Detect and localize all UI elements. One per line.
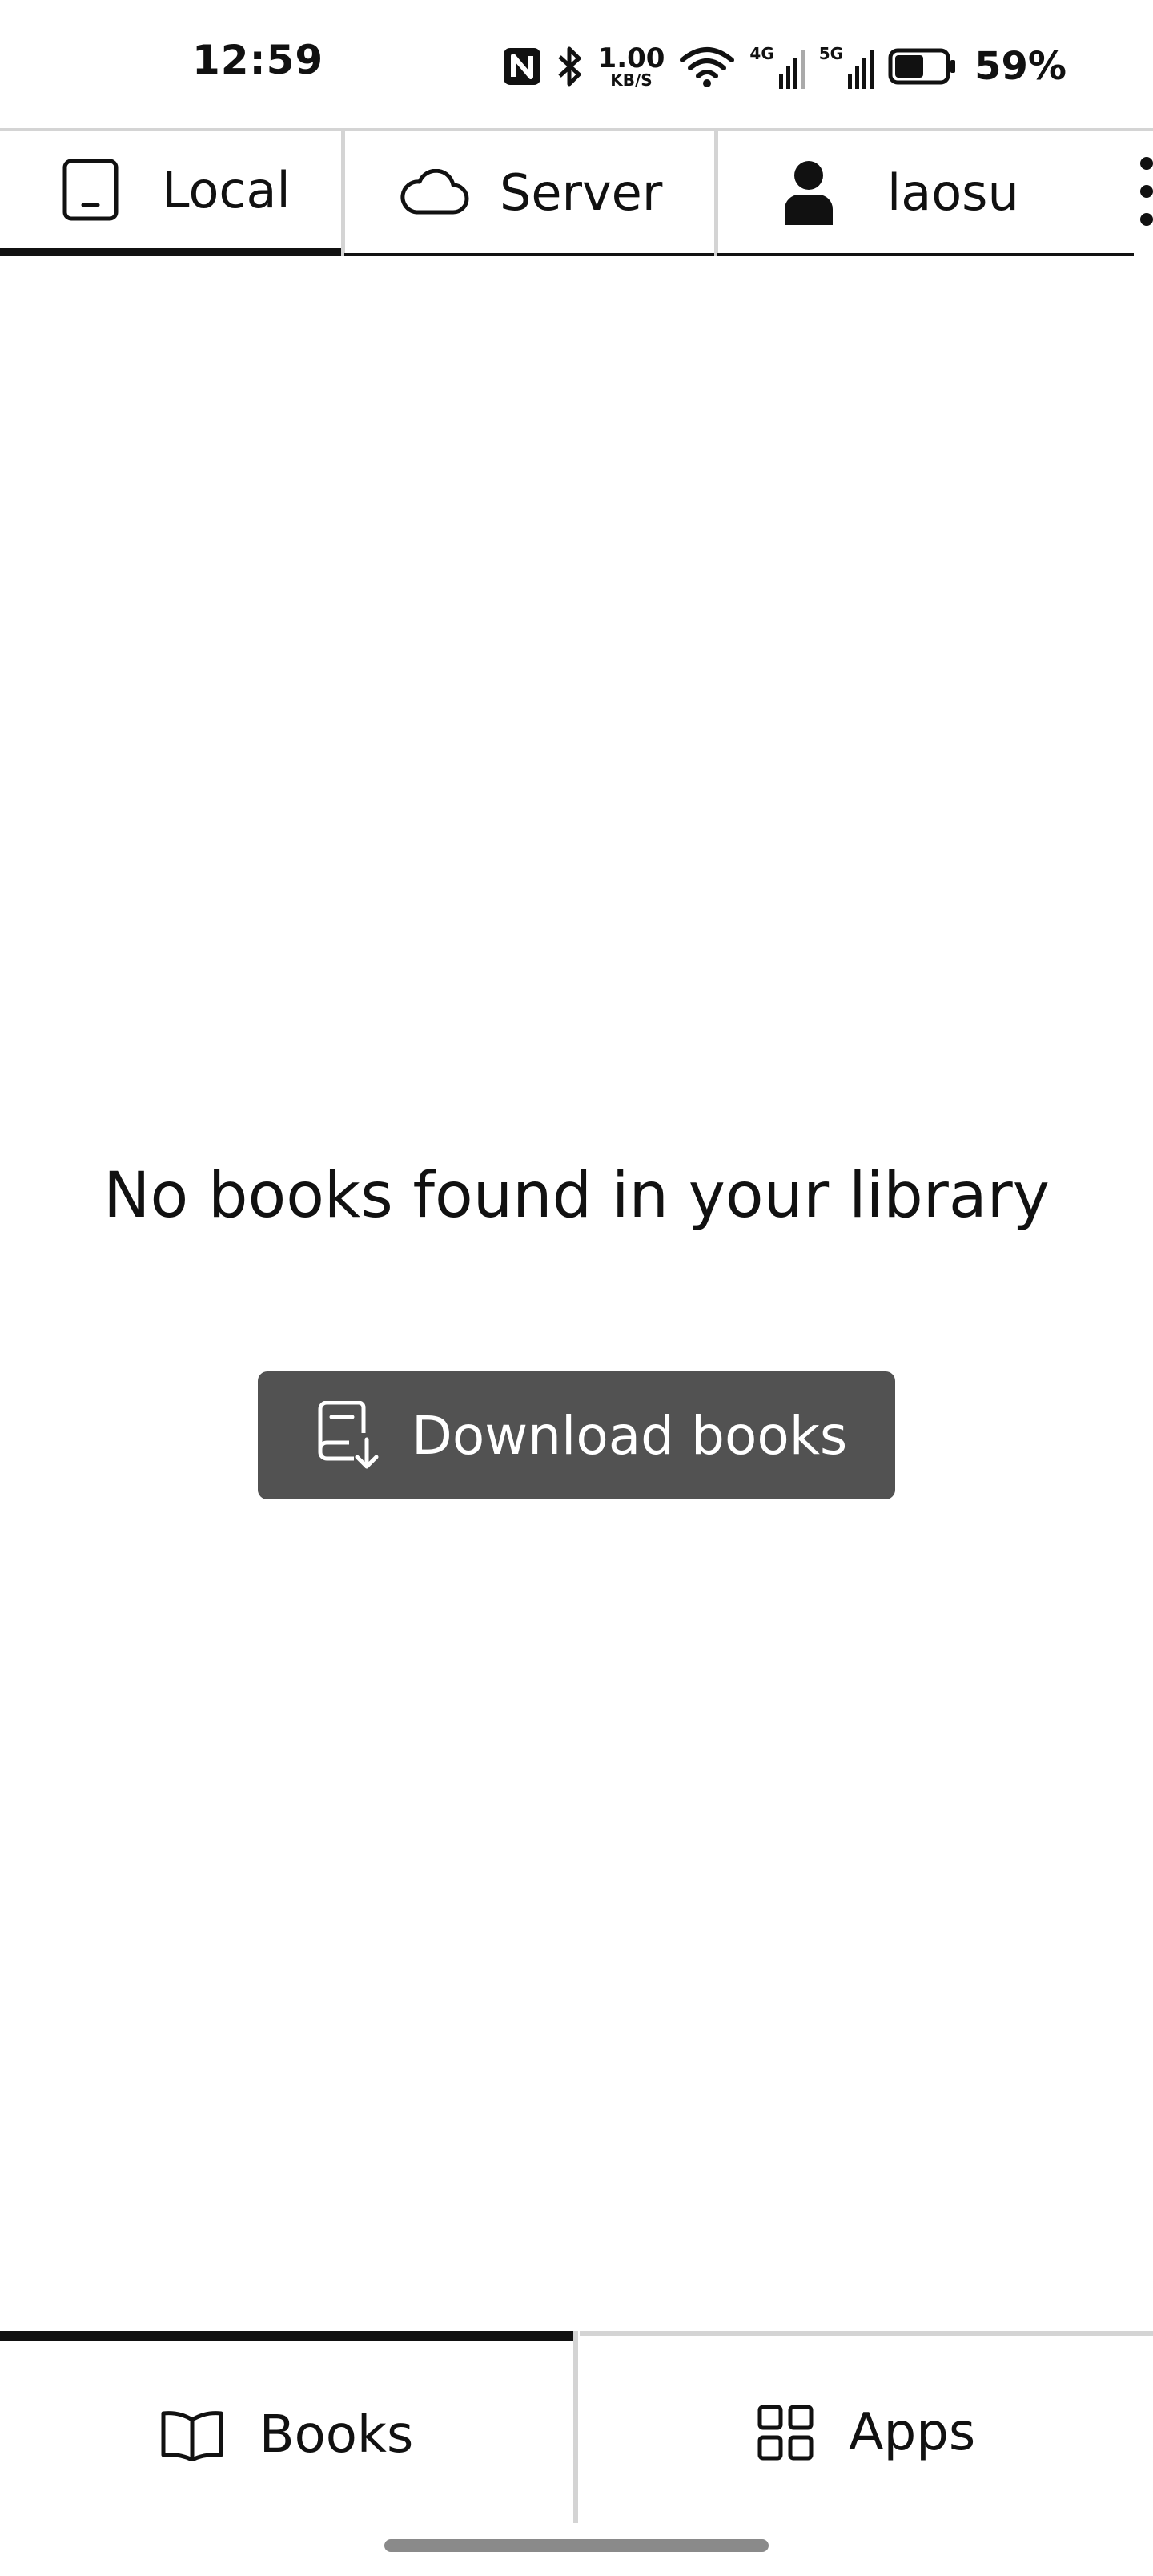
signal-4g-label: 4G <box>749 44 774 63</box>
tab-user-label: laosu <box>887 163 1019 222</box>
overflow-menu-icon[interactable] <box>1135 157 1153 226</box>
top-tab-bar: Local Server laosu <box>0 128 1153 256</box>
battery-fill <box>895 55 924 78</box>
tablet-icon <box>62 159 119 221</box>
network-speed: 1.00 KB/S <box>598 45 665 88</box>
status-time: 12:59 <box>192 37 324 83</box>
battery-icon <box>888 48 956 85</box>
wifi-icon <box>680 47 735 87</box>
tab-local[interactable]: Local <box>0 131 341 256</box>
download-books-label: Download books <box>412 1404 848 1467</box>
tab-user[interactable]: laosu <box>717 131 1134 256</box>
book-download-icon <box>318 1401 379 1469</box>
bottom-nav: Books Apps <box>0 2331 1153 2530</box>
net-speed-value: 1.00 <box>597 42 665 74</box>
signal-5g-label: 5G <box>818 44 844 63</box>
tab-server-label: Server <box>500 163 663 222</box>
cloud-icon <box>400 169 469 215</box>
nav-apps-label: Apps <box>848 2403 976 2462</box>
empty-library-message: No books found in your library <box>103 1160 1050 1232</box>
status-bar: 12:59 1.00 KB/S 4G 5G 59% <box>0 0 1153 128</box>
bluetooth-icon <box>557 46 581 87</box>
nfc-icon <box>503 48 540 85</box>
signal-5g: 5G <box>819 44 874 89</box>
nav-apps[interactable]: Apps <box>580 2331 1153 2530</box>
status-icons: 1.00 KB/S 4G 5G 59% <box>502 38 1067 95</box>
tab-server[interactable]: Server <box>344 131 714 256</box>
battery-percent: 59% <box>974 44 1067 89</box>
open-book-icon <box>161 2411 223 2461</box>
apps-grid-icon <box>757 2405 814 2461</box>
menu-dot <box>1140 213 1153 226</box>
net-speed-unit: KB/S <box>610 70 653 90</box>
signal-bars-icon <box>848 50 874 89</box>
signal-4g: 4G <box>749 44 805 89</box>
download-books-button[interactable]: Download books <box>258 1371 895 1499</box>
signal-bars-icon <box>778 50 805 89</box>
tab-local-label: Local <box>162 160 291 219</box>
nav-books[interactable]: Books <box>0 2331 573 2530</box>
nav-books-label: Books <box>259 2405 414 2465</box>
user-icon <box>785 161 833 225</box>
menu-dot <box>1140 185 1153 198</box>
nav-divider <box>573 2331 578 2523</box>
home-indicator[interactable] <box>384 2539 769 2552</box>
menu-dot <box>1140 157 1153 170</box>
